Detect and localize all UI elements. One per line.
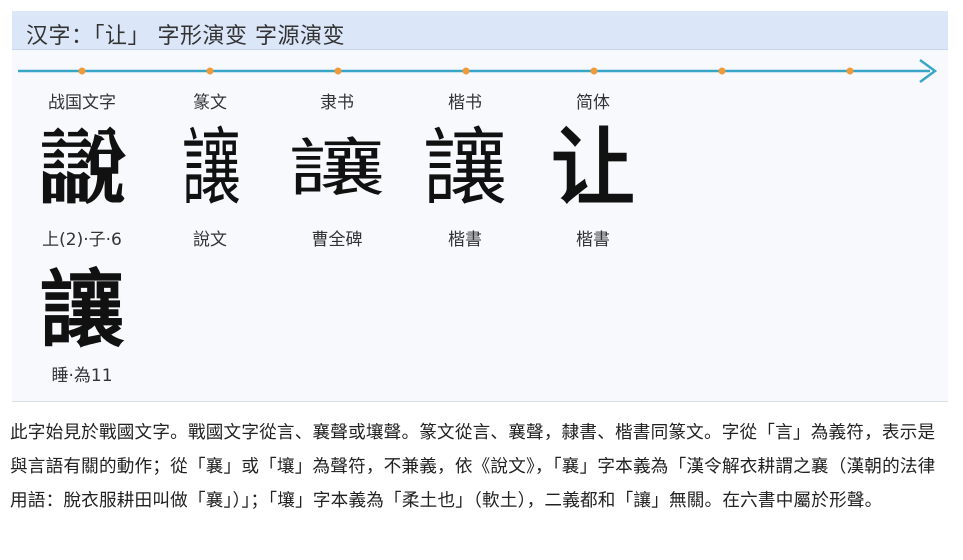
source-label-shuihudi: 睡·為11 bbox=[51, 366, 113, 386]
era-label-clerical: 隶书 bbox=[320, 93, 354, 113]
source-label-shuowen: 說文 bbox=[193, 230, 227, 250]
era-label-seal: 篆文 bbox=[193, 93, 227, 113]
timeline-marker bbox=[206, 67, 214, 75]
divider bbox=[12, 401, 948, 402]
era-label-regular: 楷书 bbox=[448, 93, 482, 113]
page-title: 汉字：「让」 字形演变 字源演变 bbox=[26, 24, 345, 49]
etymology-description: 此字始見於戰國文字。戰國文字從言、襄聲或壤聲。篆文從言、襄聲，隸書、楷書同篆文。… bbox=[10, 423, 936, 511]
glyph-clerical[interactable]: 讓 bbox=[268, 131, 406, 206]
timeline-marker bbox=[846, 67, 854, 75]
era-label-simplified: 简体 bbox=[576, 93, 610, 113]
timeline bbox=[18, 58, 938, 84]
source-label-shangbo: 上(2)·子·6 bbox=[42, 230, 122, 250]
glyph-simplified[interactable]: 让 bbox=[533, 118, 653, 218]
glyph-seal[interactable]: 讓 bbox=[168, 118, 252, 218]
era-label-warring-states: 战国文字 bbox=[48, 93, 116, 113]
timeline-marker bbox=[462, 67, 470, 75]
timeline-marker bbox=[78, 67, 86, 75]
glyph-warring-states[interactable]: 𧭚 bbox=[19, 118, 145, 218]
source-label-caoquan: 曹全碑 bbox=[311, 230, 363, 250]
source-label-kaishu-2: 楷書 bbox=[576, 230, 610, 250]
timeline-marker bbox=[718, 67, 726, 75]
source-label-kaishu: 楷書 bbox=[448, 230, 482, 250]
glyph-qin-slip[interactable]: 讓 bbox=[22, 260, 142, 360]
timeline-marker bbox=[334, 67, 342, 75]
timeline-marker bbox=[590, 67, 598, 75]
glyph-regular[interactable]: 讓 bbox=[405, 118, 525, 218]
